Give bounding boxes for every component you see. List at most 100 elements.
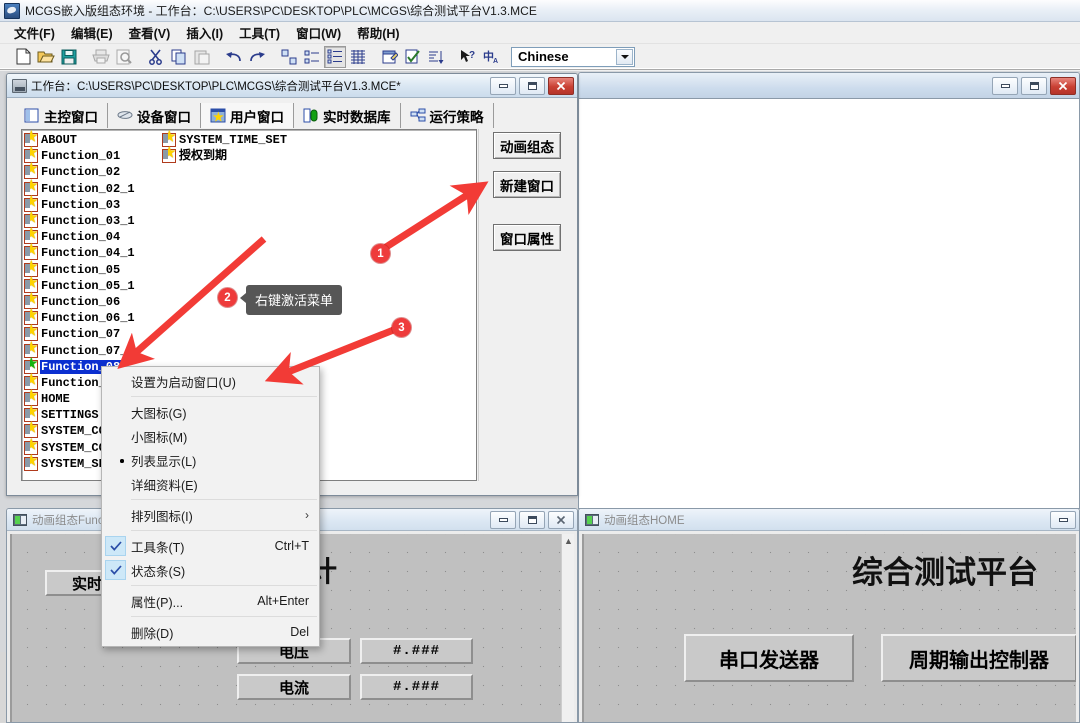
workbench-maximize-button[interactable] bbox=[519, 76, 545, 95]
maximize-button[interactable] bbox=[1021, 76, 1047, 95]
large-icons-icon[interactable] bbox=[278, 45, 300, 68]
animation-right-canvas[interactable]: 综合测试平台 串口发送器 周期输出控制器 bbox=[582, 534, 1076, 722]
window-properties-button[interactable]: 窗口属性 bbox=[493, 224, 561, 251]
paste-icon[interactable] bbox=[191, 45, 213, 68]
list-item[interactable]: Function_04 bbox=[24, 228, 136, 245]
window-star-icon bbox=[162, 147, 176, 164]
animation-right-titlebar: 动画组态HOME bbox=[579, 509, 1079, 531]
current-value-field[interactable]: #.### bbox=[360, 674, 473, 700]
menu-item-help[interactable]: 帮助(H) bbox=[351, 21, 409, 45]
help-pointer-icon[interactable]: ? bbox=[457, 45, 479, 68]
close-button[interactable] bbox=[1050, 76, 1076, 95]
menu-item-edit[interactable]: 编辑(E) bbox=[65, 21, 123, 45]
copy-icon[interactable] bbox=[168, 45, 190, 68]
minimize-button[interactable] bbox=[992, 76, 1018, 95]
list-item[interactable]: Function_04_1 bbox=[24, 244, 136, 261]
animation-left-vertical-scrollbar[interactable]: ▲ bbox=[561, 534, 574, 722]
list-item[interactable]: Function_03_1 bbox=[24, 212, 136, 229]
undo-icon[interactable] bbox=[223, 45, 245, 68]
language-select[interactable]: Chinese bbox=[511, 46, 635, 67]
list-item[interactable]: Function_05_1 bbox=[24, 277, 136, 294]
new-icon[interactable] bbox=[12, 45, 34, 68]
anim-right-minimize-button[interactable] bbox=[1050, 510, 1076, 529]
animation-window-home[interactable]: 动画组态HOME 综合测试平台 串口发送器 周期输出控制器 bbox=[578, 508, 1080, 723]
print-icon[interactable] bbox=[90, 45, 112, 68]
list-item[interactable]: Function_05 bbox=[24, 261, 136, 278]
context-menu-item[interactable]: 大图标(G) bbox=[102, 400, 319, 424]
anim-left-maximize-button[interactable] bbox=[519, 510, 545, 529]
listbox-vertical-scrollbar[interactable] bbox=[478, 129, 492, 481]
tab-realtime-database[interactable]: 实时数据库 bbox=[294, 103, 401, 128]
menu-item-window[interactable]: 窗口(W) bbox=[290, 21, 351, 45]
chevron-down-icon[interactable] bbox=[616, 48, 633, 65]
list-item[interactable]: Function_03 bbox=[24, 196, 136, 213]
scroll-up-icon[interactable]: ▲ bbox=[562, 534, 574, 548]
check-icon bbox=[105, 536, 126, 556]
menu-item-tools[interactable]: 工具(T) bbox=[233, 21, 290, 45]
context-menu-item[interactable]: 属性(P)... Alt+Enter bbox=[102, 589, 319, 613]
list-item-label: HOME bbox=[41, 392, 70, 407]
list-item[interactable]: Function_02 bbox=[24, 163, 136, 180]
menu-item-insert[interactable]: 插入(I) bbox=[180, 21, 233, 45]
user-window-icon: ★ bbox=[210, 108, 226, 124]
small-icons-icon[interactable] bbox=[301, 45, 323, 68]
context-menu-item[interactable]: 工具条(T) Ctrl+T bbox=[102, 534, 319, 558]
anim-left-close-button[interactable] bbox=[548, 510, 574, 529]
list-item[interactable]: Function_06 bbox=[24, 293, 136, 310]
open-folder-icon[interactable] bbox=[35, 45, 57, 68]
run-strategy-icon bbox=[410, 108, 425, 123]
menu-item-view[interactable]: 查看(V) bbox=[123, 21, 181, 45]
tab-main-control-window[interactable]: 主控窗口 bbox=[15, 103, 108, 128]
list-view-icon[interactable] bbox=[324, 45, 346, 68]
list-item[interactable]: ABOUT bbox=[24, 131, 136, 148]
menu-item-file[interactable]: 文件(F) bbox=[8, 21, 65, 45]
redo-icon[interactable] bbox=[246, 45, 268, 68]
check-script-icon[interactable] bbox=[402, 45, 424, 68]
context-menu-item[interactable]: 小图标(M) bbox=[102, 424, 319, 448]
background-window-body bbox=[579, 99, 1079, 508]
cut-scissors-icon[interactable] bbox=[145, 45, 167, 68]
context-menu-item-accelerator: Ctrl+T bbox=[274, 539, 309, 553]
list-item[interactable]: Function_07_1 bbox=[24, 342, 136, 358]
periodic-output-controller-button[interactable]: 周期输出控制器 bbox=[881, 634, 1076, 682]
list-item[interactable]: SYSTEM_TIME_SET bbox=[162, 131, 288, 148]
context-menu-item-label: 设置为启动窗口(U) bbox=[131, 375, 236, 390]
context-menu-item-label: 详细资料(E) bbox=[131, 478, 198, 493]
list-item-label: SYSTEM_CO bbox=[41, 424, 106, 439]
context-menu-item[interactable]: 列表显示(L) bbox=[102, 448, 319, 472]
workbench-minimize-button[interactable] bbox=[490, 76, 516, 95]
background-mdi-window[interactable] bbox=[578, 72, 1080, 509]
list-item[interactable]: 授权到期 bbox=[162, 147, 288, 164]
save-disk-icon[interactable] bbox=[58, 45, 80, 68]
language-icon[interactable]: 中A bbox=[480, 45, 502, 68]
tab-user-window[interactable]: ★ 用户窗口 bbox=[201, 103, 294, 128]
context-menu-item[interactable]: 详细资料(E) bbox=[102, 472, 319, 496]
anim-left-minimize-button[interactable] bbox=[490, 510, 516, 529]
animation-config-button[interactable]: 动画组态 bbox=[493, 132, 561, 159]
list-item-label: Function_07 bbox=[41, 327, 121, 342]
list-item[interactable]: Function_01 bbox=[24, 147, 136, 164]
current-label-button[interactable]: 电流 bbox=[237, 674, 351, 700]
voltage-value-field[interactable]: #.### bbox=[360, 638, 473, 664]
workbench-close-button[interactable] bbox=[548, 76, 574, 95]
window-properties-icon[interactable] bbox=[379, 45, 401, 68]
language-select-value: Chinese bbox=[518, 49, 569, 64]
new-window-button[interactable]: 新建窗口 bbox=[493, 171, 561, 198]
context-menu-item[interactable]: 设置为启动窗口(U) bbox=[102, 369, 319, 393]
context-menu-item[interactable]: 状态条(S) bbox=[102, 558, 319, 582]
details-view-icon[interactable] bbox=[347, 45, 369, 68]
list-item[interactable]: Function_02_1 bbox=[24, 180, 136, 197]
list-item[interactable]: Function_06_1 bbox=[24, 309, 136, 326]
tab-run-strategy[interactable]: 运行策略 bbox=[400, 103, 494, 128]
print-preview-icon[interactable] bbox=[113, 45, 135, 68]
sort-icon[interactable] bbox=[425, 45, 447, 68]
context-menu-item[interactable]: 排列图标(I) › bbox=[102, 503, 319, 527]
window-star-icon bbox=[24, 422, 38, 439]
list-item[interactable]: Function_07 bbox=[24, 325, 136, 342]
listbox-context-menu[interactable]: 设置为启动窗口(U) 大图标(G) 小图标(M) 列表显示(L) 详细资料(E) 排列图标… bbox=[101, 366, 320, 647]
serial-sender-button[interactable]: 串口发送器 bbox=[684, 634, 854, 682]
tab-device-window[interactable]: 设备窗口 bbox=[108, 103, 201, 128]
chevron-right-icon: › bbox=[305, 508, 309, 522]
context-menu-item[interactable]: 删除(D) Del bbox=[102, 620, 319, 644]
tab-label: 设备窗口 bbox=[137, 109, 191, 125]
